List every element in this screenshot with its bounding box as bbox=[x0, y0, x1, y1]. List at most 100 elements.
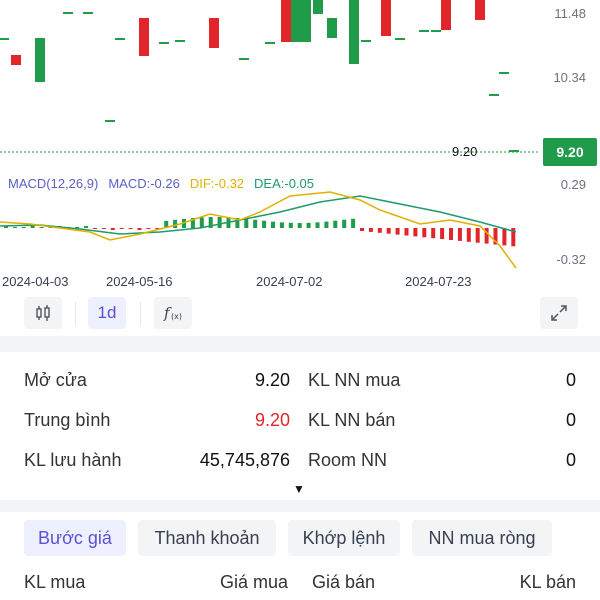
info-value: 9.20 bbox=[254, 370, 290, 390]
last-price-badge: 9.20 bbox=[543, 138, 597, 166]
info-label: KL lưu hành bbox=[24, 450, 122, 470]
macd-bar bbox=[377, 228, 382, 233]
detail-tabs: Bước giá Thanh khoản Khớp lệnh NN mua rò… bbox=[0, 520, 600, 558]
last-price-inline: 9.20 bbox=[452, 144, 478, 159]
macd-bar bbox=[12, 227, 17, 228]
candle bbox=[35, 38, 45, 82]
macd-bar bbox=[279, 222, 284, 228]
candle bbox=[441, 0, 451, 30]
expand-caret-icon[interactable]: ▼ bbox=[293, 482, 305, 496]
candle bbox=[175, 40, 185, 42]
macd-bar bbox=[502, 228, 507, 246]
macd-bar bbox=[457, 228, 462, 241]
order-book-header: KL mua Giá mua Giá bán KL bán bbox=[0, 572, 600, 600]
date-label: 2024-04-03 bbox=[2, 274, 69, 289]
macd-bar bbox=[333, 220, 338, 228]
candle bbox=[209, 18, 219, 48]
info-label: Room NN bbox=[308, 450, 388, 470]
macd-bar bbox=[137, 228, 142, 230]
macd-bar bbox=[199, 217, 204, 228]
info-row: KL lưu hành 45,745,876 Room NN 0 bbox=[0, 440, 600, 480]
macd-bar bbox=[128, 228, 133, 229]
tab-price-step[interactable]: Bước giá bbox=[24, 520, 126, 556]
dif-line bbox=[0, 191, 517, 269]
macd-bar bbox=[217, 217, 222, 228]
macd-legend: MACD(12,26,9) MACD:-0.26 DIF:-0.32 DEA:-… bbox=[8, 176, 314, 191]
macd-bar bbox=[449, 228, 453, 240]
macd-bar bbox=[306, 222, 311, 228]
candle bbox=[431, 30, 441, 32]
dea-value: DEA:-0.05 bbox=[254, 176, 315, 191]
macd-bar bbox=[360, 228, 364, 231]
info-label: KL NN bán bbox=[308, 410, 396, 430]
date-label: 2024-05-16 bbox=[106, 274, 173, 289]
macd-bar bbox=[39, 227, 44, 228]
col-buy-price: Giá mua bbox=[219, 572, 288, 592]
candle bbox=[105, 120, 115, 122]
date-label: 2024-07-23 bbox=[405, 274, 472, 289]
info-row: Trung bình 9.20 KL NN bán 0 bbox=[0, 400, 600, 440]
candle bbox=[313, 0, 323, 14]
indicator-button[interactable]: f (x) bbox=[154, 297, 192, 329]
date-label: 2024-07-02 bbox=[256, 274, 323, 289]
price-chart[interactable]: 11.48 10.34 9.20 9.20 MACD(12,26,9) MACD… bbox=[0, 0, 600, 296]
info-value: 0 bbox=[565, 450, 576, 470]
macd-bar bbox=[297, 222, 302, 228]
price-axis-label-mid: 10.34 bbox=[553, 70, 586, 85]
macd-bar bbox=[173, 219, 178, 228]
macd-bar bbox=[324, 221, 329, 228]
macd-bar bbox=[342, 219, 347, 228]
macd-params: MACD(12,26,9) bbox=[8, 176, 99, 191]
svg-text:(x): (x) bbox=[171, 312, 182, 321]
tab-matched-orders[interactable]: Khớp lệnh bbox=[288, 520, 400, 556]
macd-bar bbox=[315, 222, 320, 228]
candle bbox=[327, 18, 337, 38]
fullscreen-button[interactable] bbox=[540, 297, 578, 329]
macd-bar bbox=[288, 222, 293, 228]
interval-button[interactable]: 1d bbox=[88, 297, 126, 329]
info-value: 0 bbox=[565, 410, 576, 430]
chart-canvas[interactable] bbox=[0, 0, 600, 296]
info-label: Mở cửa bbox=[24, 370, 87, 390]
candle bbox=[489, 94, 499, 96]
macd-bar bbox=[30, 226, 35, 228]
section-divider bbox=[0, 336, 600, 352]
candle bbox=[361, 40, 371, 42]
tab-liquidity[interactable]: Thanh khoản bbox=[138, 520, 276, 556]
dea-line bbox=[0, 195, 517, 235]
candle bbox=[265, 42, 275, 44]
expand-icon bbox=[551, 305, 567, 321]
macd-bar bbox=[101, 228, 106, 229]
macd-bar bbox=[146, 228, 151, 229]
candle bbox=[395, 38, 405, 40]
info-value: 9.20 bbox=[254, 410, 290, 430]
candle bbox=[349, 0, 359, 64]
tab-foreign-net[interactable]: NN mua ròng bbox=[412, 520, 552, 556]
chart-toolbar: 1d f (x) bbox=[0, 296, 600, 334]
candle bbox=[475, 0, 485, 20]
macd-bar bbox=[119, 228, 124, 229]
toolbar-separator bbox=[75, 302, 76, 326]
col-sell-volume: KL bán bbox=[519, 572, 576, 592]
candle bbox=[301, 0, 311, 42]
function-icon: f (x) bbox=[163, 304, 182, 322]
macd-bar bbox=[244, 218, 249, 228]
macd-bar bbox=[351, 218, 356, 228]
info-row: Mở cửa 9.20 KL NN mua 0 bbox=[0, 360, 600, 400]
macd-bar bbox=[84, 226, 89, 228]
macd-bar bbox=[440, 228, 445, 240]
macd-bar bbox=[431, 228, 436, 239]
macd-bar bbox=[110, 228, 115, 230]
macd-value: MACD:-0.26 bbox=[108, 176, 180, 191]
info-label: KL NN mua bbox=[308, 370, 401, 390]
candle bbox=[139, 18, 149, 56]
info-value: 45,745,876 bbox=[199, 450, 290, 470]
info-value: 0 bbox=[565, 370, 576, 390]
price-axis-label-top: 11.48 bbox=[554, 6, 586, 21]
dif-value: DIF:-0.32 bbox=[189, 176, 245, 191]
candle bbox=[115, 38, 125, 40]
macd-bar bbox=[386, 228, 391, 234]
macd-bar bbox=[253, 219, 258, 228]
candle-type-button[interactable] bbox=[24, 297, 62, 329]
macd-bar bbox=[422, 228, 427, 238]
